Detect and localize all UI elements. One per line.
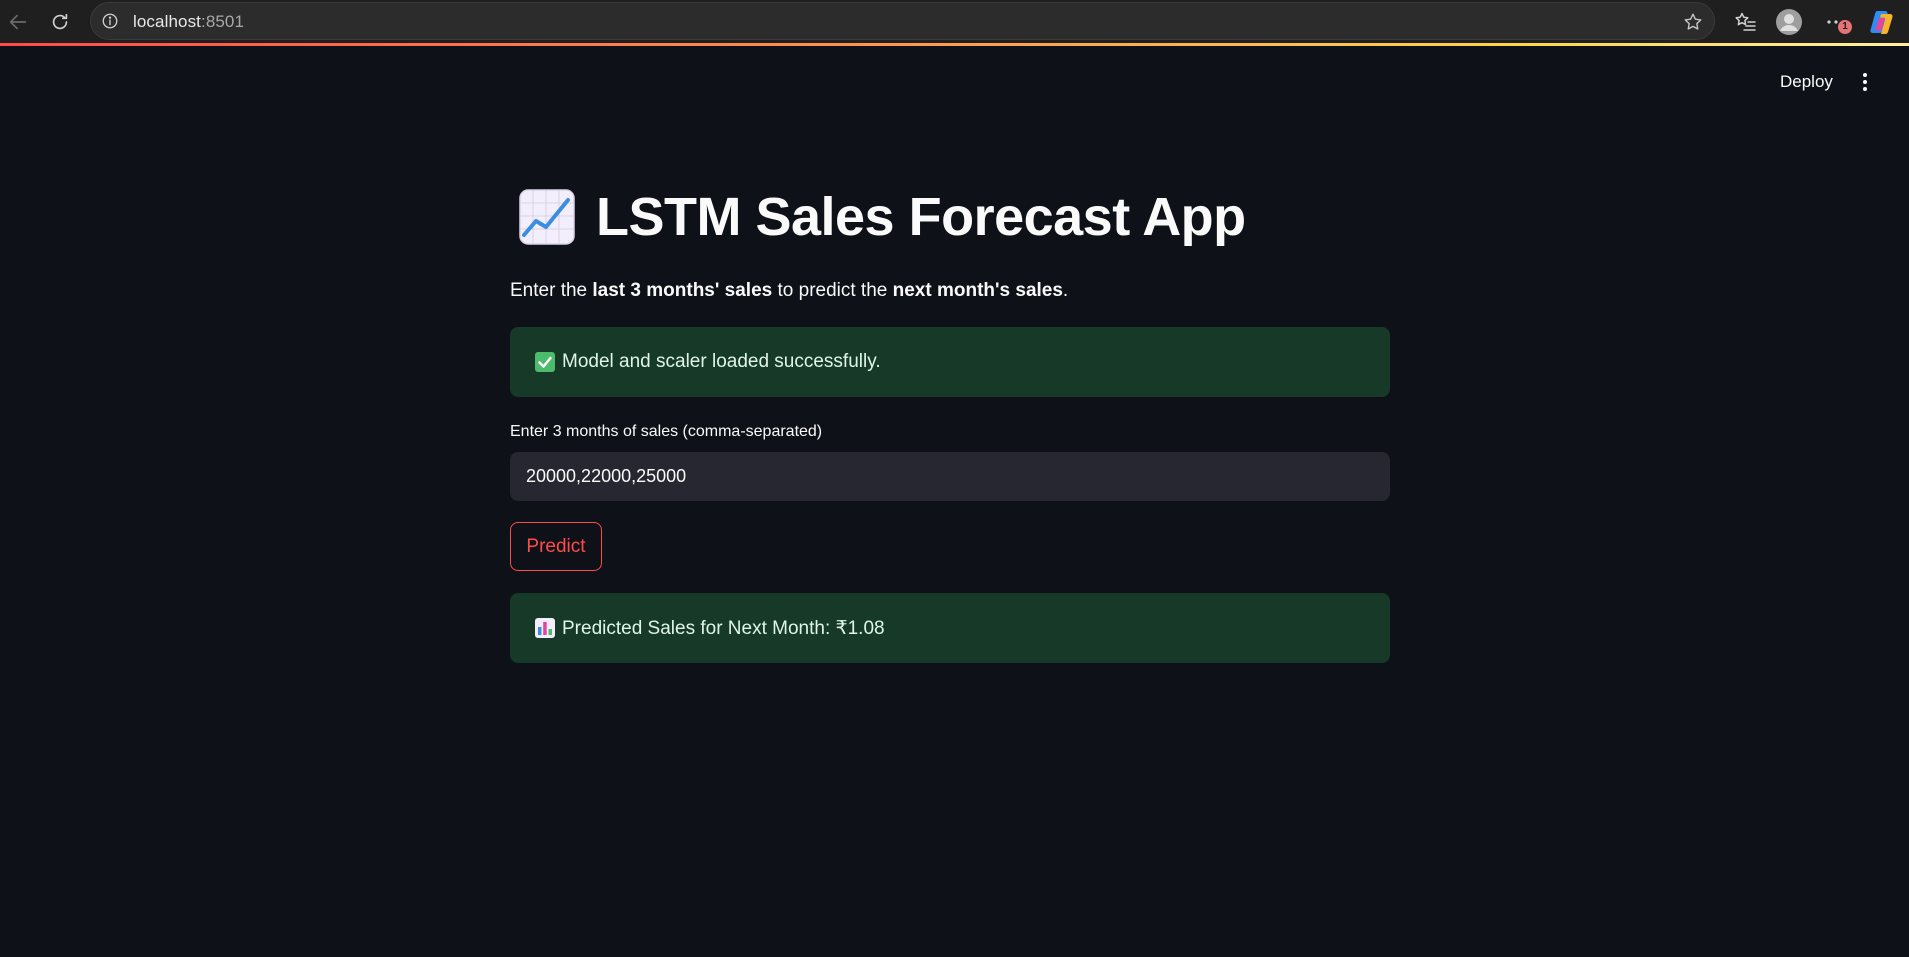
favorites-icon — [1735, 12, 1756, 31]
description-bold: next month's sales — [892, 280, 1063, 301]
success-message: Model and scaler loaded successfully. — [562, 351, 881, 372]
url-text: localhost:8501 — [133, 12, 244, 32]
loading-progress-line — [0, 43, 1909, 46]
sales-input-label: Enter 3 months of sales (comma-separated… — [510, 423, 823, 440]
page-title: LSTM Sales Forecast App — [518, 186, 1246, 248]
title-text: LSTM Sales Forecast App — [596, 187, 1246, 247]
success-alert: Model and scaler loaded successfully. — [510, 327, 1390, 397]
deploy-button[interactable]: Deploy — [1770, 68, 1843, 96]
bar-chart-icon — [535, 618, 555, 638]
profile-button[interactable] — [1773, 6, 1805, 38]
predict-button[interactable]: Predict — [510, 522, 602, 571]
info-icon[interactable] — [101, 12, 119, 30]
browser-toolbar: localhost:8501 1 — [0, 0, 1909, 44]
avatar-icon — [1776, 9, 1802, 35]
sales-input[interactable] — [510, 452, 1390, 501]
copilot-button[interactable] — [1866, 6, 1898, 38]
reload-icon — [52, 13, 68, 30]
copilot-icon — [1870, 11, 1893, 34]
url-port: :8501 — [201, 12, 245, 31]
prediction-result-alert: Predicted Sales for Next Month: ₹1.08 — [510, 593, 1390, 663]
description-part: to predict the — [772, 280, 893, 301]
check-mark-button-icon — [535, 352, 555, 372]
back-button[interactable] — [0, 4, 36, 40]
address-bar[interactable]: localhost:8501 — [90, 2, 1715, 40]
main-menu-icon[interactable] — [1855, 70, 1875, 94]
url-host: localhost — [133, 12, 201, 31]
description-bold: last 3 months' sales — [592, 280, 773, 301]
description-part: . — [1062, 280, 1069, 301]
description-text: Enter the last 3 months' sales to predic… — [510, 280, 1068, 302]
more-button[interactable]: 1 — [1820, 6, 1852, 38]
reload-button[interactable] — [42, 4, 78, 40]
favorites-button[interactable] — [1730, 6, 1762, 38]
arrow-left-icon — [9, 14, 27, 30]
description-part: Enter the — [510, 280, 593, 301]
prediction-result-text: Predicted Sales for Next Month: ₹1.08 — [562, 617, 885, 639]
star-icon[interactable] — [1682, 11, 1704, 33]
chart-increasing-icon — [519, 189, 575, 245]
notification-badge: 1 — [1838, 20, 1852, 34]
